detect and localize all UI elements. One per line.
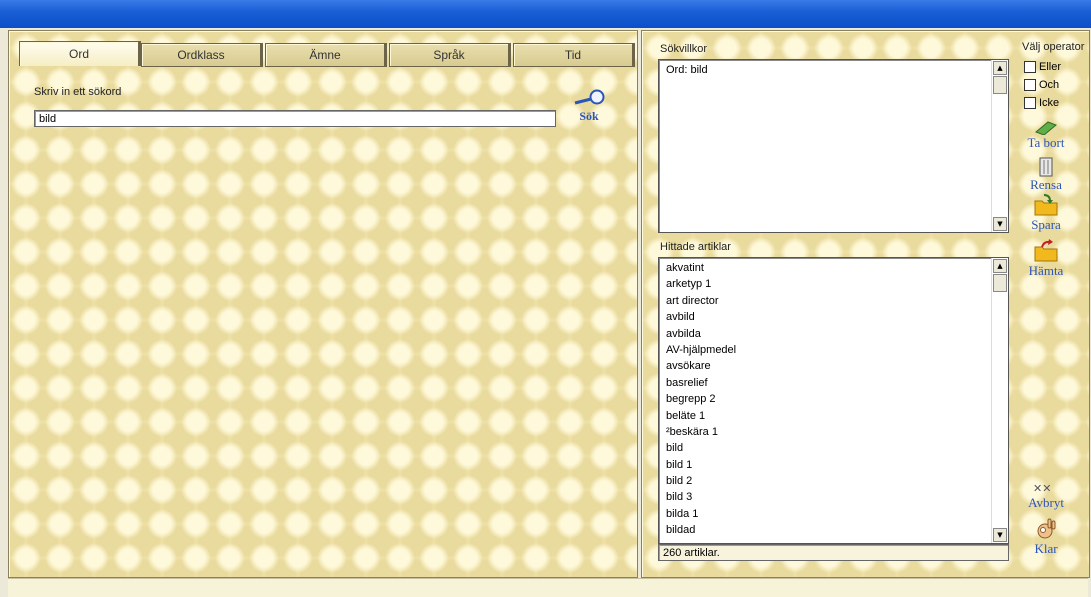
- result-item[interactable]: AV-hjälpmedel: [659, 342, 1008, 358]
- search-panel: Ord Ordklass Ämne Språk Tid Skriv in ett…: [8, 30, 638, 578]
- save-button[interactable]: Spara: [1024, 193, 1068, 233]
- result-item[interactable]: bilda 1: [659, 506, 1008, 522]
- title-bar: [0, 0, 1091, 28]
- criteria-list[interactable]: Ord: bild ▲ ▼: [658, 59, 1009, 233]
- checkbox[interactable]: [1024, 97, 1036, 109]
- result-item[interactable]: avbild: [659, 309, 1008, 325]
- tab-sprak[interactable]: Språk: [389, 43, 509, 67]
- fetch-label: Hämta: [1028, 263, 1064, 278]
- results-items: akvatint arketyp 1 art director avbild avbil…: [659, 258, 1008, 539]
- operator-eller[interactable]: Eller: [1024, 61, 1061, 73]
- abort-label: Avbryt: [1028, 495, 1064, 510]
- clear-button[interactable]: Rensa: [1024, 155, 1068, 193]
- remove-label: Ta bort: [1027, 135, 1065, 150]
- results-panel: Sökvillkor Ord: bild ▲ ▼ Hittade artikla…: [641, 30, 1090, 578]
- abort-icon: ✕✕: [1033, 482, 1051, 495]
- result-item[interactable]: avsökare: [659, 358, 1008, 374]
- status-bar: [8, 578, 1088, 597]
- results-list[interactable]: akvatint arketyp 1 art director avbild avbil…: [658, 257, 1009, 544]
- search-button[interactable]: Sök: [571, 89, 607, 124]
- result-item[interactable]: bildad: [659, 522, 1008, 538]
- tab-label: Ord: [68, 47, 89, 61]
- result-item[interactable]: bild 1: [659, 457, 1008, 473]
- tab-label: Ämne: [309, 48, 341, 62]
- result-item[interactable]: basrelief: [659, 375, 1008, 391]
- trash-icon: [1039, 157, 1053, 177]
- scroll-thumb[interactable]: [993, 76, 1007, 94]
- operator-eller-label: Eller: [1039, 61, 1062, 73]
- folder-save-icon: [1034, 194, 1058, 216]
- svg-text:✕✕: ✕✕: [1033, 482, 1051, 495]
- result-item[interactable]: avbilda: [659, 326, 1008, 342]
- done-label: Klar: [1034, 541, 1058, 556]
- criteria-item[interactable]: Ord: bild: [659, 60, 1008, 77]
- remove-button[interactable]: Ta bort: [1024, 119, 1068, 151]
- scroll-down-icon[interactable]: ▼: [993, 528, 1007, 542]
- operator-icke-label: Icke: [1039, 97, 1060, 109]
- checkbox[interactable]: [1024, 61, 1036, 73]
- search-button-label: Sök: [579, 109, 599, 123]
- results-count: 260 artiklar.: [658, 544, 1009, 561]
- result-item[interactable]: begrepp 2: [659, 391, 1008, 407]
- eraser-icon: [1035, 121, 1057, 135]
- result-item[interactable]: beläte 1: [659, 408, 1008, 424]
- tab-label: Ordklass: [177, 48, 225, 62]
- tab-ord[interactable]: Ord: [19, 41, 139, 66]
- operator-icke[interactable]: Icke: [1024, 97, 1059, 109]
- scroll-up-icon[interactable]: ▲: [993, 61, 1007, 75]
- ok-hand-icon: [1037, 518, 1056, 539]
- checkbox[interactable]: [1024, 79, 1036, 91]
- scroll-up-icon[interactable]: ▲: [993, 259, 1007, 273]
- abort-button[interactable]: ✕✕ Avbryt: [1024, 481, 1068, 511]
- folder-open-icon: [1034, 239, 1058, 262]
- tab-ordklass[interactable]: Ordklass: [141, 43, 261, 67]
- fetch-button[interactable]: Hämta: [1024, 239, 1068, 279]
- operator-och[interactable]: Och: [1024, 79, 1059, 91]
- result-item[interactable]: ²beskära 1: [659, 424, 1008, 440]
- results-label: Hittade artiklar: [660, 241, 731, 253]
- magnifier-icon: [574, 89, 605, 105]
- result-item[interactable]: arketyp 1: [659, 276, 1008, 292]
- criteria-label: Sökvillkor: [660, 43, 708, 55]
- save-label: Spara: [1031, 217, 1061, 232]
- operator-label: Välj operator: [1022, 41, 1085, 53]
- tab-label: Språk: [433, 48, 465, 62]
- clear-label: Rensa: [1030, 177, 1062, 192]
- tab-tid[interactable]: Tid: [513, 43, 633, 67]
- operator-och-label: Och: [1039, 79, 1060, 91]
- result-item[interactable]: bild: [659, 440, 1008, 456]
- tab-label: Tid: [564, 48, 582, 62]
- result-item[interactable]: bild 3: [659, 489, 1008, 505]
- scroll-down-icon[interactable]: ▼: [993, 217, 1007, 231]
- search-input[interactable]: bild: [34, 110, 556, 127]
- search-prompt: Skriv in ett sökord: [34, 86, 122, 98]
- criteria-scrollbar[interactable]: ▲ ▼: [991, 60, 1008, 232]
- done-button[interactable]: Klar: [1024, 517, 1068, 557]
- tab-amne[interactable]: Ämne: [265, 43, 385, 67]
- result-item[interactable]: art director: [659, 293, 1008, 309]
- scroll-thumb[interactable]: [993, 274, 1007, 292]
- result-item[interactable]: bild 2: [659, 473, 1008, 489]
- result-item[interactable]: akvatint: [659, 260, 1008, 276]
- results-scrollbar[interactable]: ▲ ▼: [991, 258, 1008, 543]
